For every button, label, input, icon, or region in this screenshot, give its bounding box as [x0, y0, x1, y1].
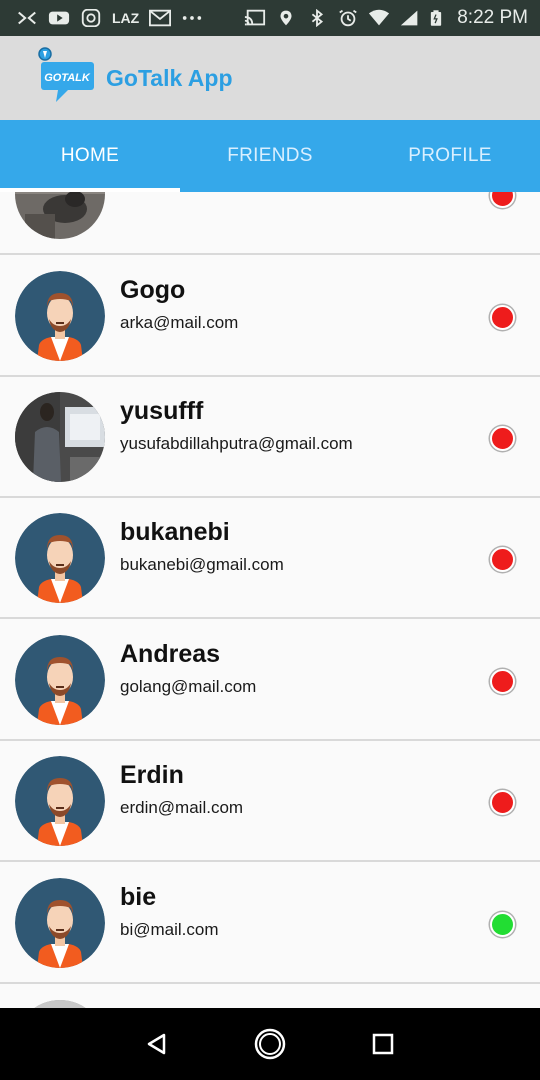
status-indicator: [490, 547, 515, 572]
status-indicator: [490, 669, 515, 694]
home-button[interactable]: [250, 1024, 290, 1064]
user-list[interactable]: Gogo arka@mail.com yusufff yusufabdillah…: [0, 192, 540, 1008]
youtube-icon: [48, 11, 70, 25]
location-icon: [280, 10, 292, 26]
list-item[interactable]: Erdin erdin@mail.com: [0, 741, 540, 862]
user-name: yusufff: [120, 397, 204, 425]
user-name: Gogo: [120, 276, 186, 304]
tab-home[interactable]: HOME: [0, 120, 180, 192]
app-title: GoTalk App: [106, 64, 233, 91]
mail-icon: [18, 11, 36, 25]
user-name: bie: [120, 883, 157, 911]
status-indicator: [490, 305, 515, 330]
default-avatar: [15, 756, 105, 846]
recents-button[interactable]: [363, 1024, 403, 1064]
user-email: erdin@mail.com: [120, 798, 244, 817]
user-email: golang@mail.com: [120, 677, 257, 696]
list-item[interactable]: Andreas golang@mail.com: [0, 620, 540, 741]
status-indicator: [490, 912, 515, 937]
default-avatar: [15, 271, 105, 361]
laz-icon: LAZ: [112, 10, 140, 26]
tab-bar: HOME FRIENDS PROFILE: [0, 120, 540, 192]
more-icon: [183, 16, 202, 20]
default-avatar: [15, 635, 105, 725]
app-bar: GOTALK GoTalk App: [0, 36, 540, 120]
list-item[interactable]: bukanebi bukanebi@gmail.com: [0, 498, 540, 619]
user-name: Andreas: [120, 640, 221, 668]
default-avatar: [15, 513, 105, 603]
clock: 8:22 PM: [457, 7, 528, 28]
list-item[interactable]: [0, 985, 540, 1008]
wifi-icon: [369, 9, 390, 26]
back-icon: [147, 1033, 165, 1055]
user-name: Erdin: [120, 761, 184, 789]
home-icon: [254, 1028, 286, 1060]
cast-icon: [245, 9, 266, 26]
battery-icon: [431, 10, 442, 26]
system-icons: 8:22 PM: [244, 7, 528, 29]
instagram-icon: [81, 9, 101, 27]
tab-profile[interactable]: PROFILE: [360, 120, 540, 192]
tab-friends[interactable]: FRIENDS: [180, 120, 360, 192]
photo-avatar: [15, 192, 105, 239]
status-indicator: [490, 790, 515, 815]
gotalk-logo: GOTALK: [36, 46, 98, 110]
recents-icon: [373, 1033, 394, 1055]
user-email: bi@mail.com: [120, 920, 219, 939]
user-name: bukanebi: [120, 518, 230, 546]
default-avatar: [15, 878, 105, 968]
list-item[interactable]: bie bi@mail.com: [0, 863, 540, 984]
bluetooth-icon: [312, 9, 324, 27]
user-email: arka@mail.com: [120, 313, 239, 332]
status-indicator: [490, 426, 515, 451]
list-item[interactable]: yusufff yusufabdillahputra@gmail.com: [0, 377, 540, 498]
svg-text:GOTALK: GOTALK: [44, 72, 91, 84]
back-button[interactable]: [137, 1024, 177, 1064]
photo-avatar: [15, 1000, 105, 1008]
gmail-icon: [149, 9, 172, 27]
notification-icons: LAZ: [16, 9, 203, 27]
photo-avatar: [15, 392, 105, 482]
signal-icon: [401, 10, 418, 26]
status-bar: LAZ 8:22 PM: [0, 0, 540, 36]
alarm-icon: [339, 9, 357, 27]
list-item[interactable]: Gogo arka@mail.com: [0, 256, 540, 377]
status-indicator: [490, 192, 515, 208]
user-email: yusufabdillahputra@gmail.com: [120, 434, 353, 453]
list-item[interactable]: [0, 192, 540, 255]
system-nav-bar: [0, 1008, 540, 1080]
user-email: bukanebi@gmail.com: [120, 555, 284, 574]
